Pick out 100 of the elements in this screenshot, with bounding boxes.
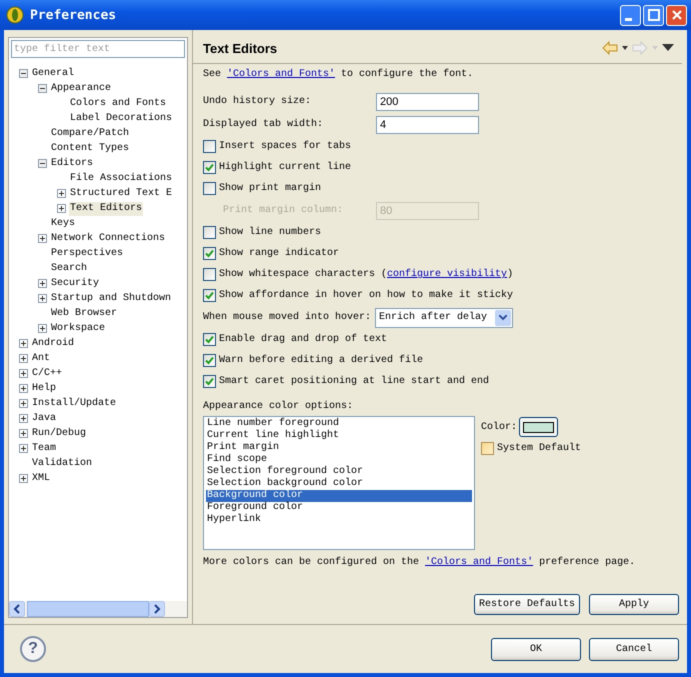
checkbox[interactable] [203,182,216,195]
list-item[interactable]: Selection background color [206,478,472,490]
expand-icon[interactable] [18,414,28,423]
checkbox-label: Show range indicator [219,248,340,259]
dropdown[interactable]: Enrich after delay [375,308,514,328]
checkbox[interactable] [203,140,216,153]
collapse-icon[interactable] [18,69,28,78]
dialog-button[interactable]: OK [491,638,581,660]
checkbox[interactable] [203,354,216,367]
tree-item[interactable]: Content Types [50,142,130,156]
expand-icon[interactable] [18,474,28,483]
expand-icon[interactable] [56,189,66,198]
link[interactable]: 'Colors and Fonts' [227,69,336,80]
tree-item[interactable]: Label Decorations [69,112,174,126]
tree-item[interactable]: Appearance [50,82,112,96]
app-icon [6,6,24,24]
list-item[interactable]: Print margin [206,442,472,454]
tree-item[interactable]: General [31,66,76,80]
dialog-button[interactable]: Cancel [589,638,679,660]
filter-field[interactable]: type filter text [11,40,185,58]
list-item[interactable]: Current line highlight [206,430,472,442]
expand-icon[interactable] [18,429,28,438]
tree-item[interactable]: Java [31,412,58,426]
field-label: When mouse moved into hover: [203,312,372,323]
tree-item[interactable]: File Associations [69,172,174,186]
tree-item[interactable]: Install/Update [31,396,118,410]
tree-item[interactable]: Ant [31,352,52,366]
color-swatch-button[interactable] [519,417,558,437]
expand-icon[interactable] [38,294,46,303]
expand-icon[interactable] [38,324,46,333]
scroll-left-icon[interactable] [9,601,25,617]
color-label: Color: [481,422,518,432]
tree-item[interactable]: Perspectives [50,246,124,260]
expand-icon[interactable] [18,339,28,348]
expand-icon[interactable] [18,384,28,393]
list-item[interactable]: Line number foreground [206,418,472,430]
list-item[interactable]: Foreground color [206,502,472,514]
checkbox[interactable] [203,268,216,281]
horizontal-scrollbar[interactable] [9,601,187,617]
list-item[interactable]: Find scope [206,454,472,466]
tree-item[interactable]: Compare/Patch [50,126,130,140]
collapse-icon[interactable] [38,84,46,93]
expand-icon[interactable] [56,204,66,213]
tree-item[interactable]: Structured Text E [69,186,174,200]
expand-icon[interactable] [18,369,28,378]
page-button[interactable]: Restore Defaults [474,594,580,615]
list-item[interactable]: Background color [206,490,472,502]
checkbox[interactable] [203,226,216,239]
checkbox[interactable] [203,247,216,260]
tree-item[interactable]: C/C++ [31,366,64,380]
tree-item[interactable]: Run/Debug [31,426,88,440]
maximize-button[interactable] [643,4,664,26]
link[interactable]: 'Colors and Fonts' [425,557,534,568]
expand-icon[interactable] [18,354,28,363]
field-label: Undo history size: [203,96,312,107]
close-button[interactable] [666,4,687,26]
tree-item[interactable]: Validation [31,456,94,470]
tree-item[interactable]: Search [50,262,88,276]
checkbox[interactable] [203,375,216,388]
tree-item[interactable]: XML [31,472,52,486]
color-option-list[interactable]: Line number foreground Current line highlight Print margin Find scope Selection foreground color Selection background color Background color Foreground color Hyperlink [203,416,475,550]
collapse-icon[interactable] [38,159,46,168]
text-field[interactable]: 200 [376,92,479,110]
tree-item[interactable]: Startup and Shutdown [50,292,172,306]
checkbox-label: Show line numbers [219,227,322,238]
checkbox[interactable] [481,442,494,455]
tree-item[interactable]: Web Browser [50,306,118,320]
list-item[interactable]: Hyperlink [206,514,472,526]
expand-icon[interactable] [18,444,28,453]
checkbox[interactable] [203,333,216,346]
tree-item[interactable]: Colors and Fonts [69,96,168,110]
field-label: Displayed tab width: [203,119,324,130]
tree-item[interactable]: Editors [50,156,94,170]
tree-item[interactable]: Network Connections [50,232,166,246]
scrollbar-thumb[interactable] [27,601,149,617]
minimize-button[interactable] [620,4,641,26]
page-title: Text Editors [203,40,278,56]
tree-item[interactable]: Text Editors [69,202,144,216]
expand-icon[interactable] [38,279,46,288]
menu-icon[interactable] [662,44,674,52]
checkbox-label: Show affordance in hover on how to make it sticky [219,290,514,301]
text-field[interactable]: 4 [376,116,479,134]
checkbox[interactable] [203,289,216,302]
link[interactable]: configure visibility [387,269,508,280]
checkbox[interactable] [203,161,216,174]
tree-item[interactable]: Keys [50,216,76,230]
tree-item[interactable]: Workspace [50,322,106,336]
help-button[interactable]: ? [20,636,46,662]
chevron-down-icon[interactable] [495,310,512,326]
scroll-right-icon[interactable] [149,601,165,617]
tree-item[interactable]: Security [50,276,100,290]
tree-item[interactable]: Android [31,336,76,350]
expand-icon[interactable] [38,234,46,243]
list-item[interactable]: Selection foreground color [206,466,472,478]
window-title: Preferences [30,8,118,22]
tree-item[interactable]: Help [31,382,58,396]
back-arrow-icon[interactable] [602,41,628,55]
page-button[interactable]: Apply [589,594,679,615]
expand-icon[interactable] [18,399,28,408]
tree-item[interactable]: Team [31,442,58,456]
